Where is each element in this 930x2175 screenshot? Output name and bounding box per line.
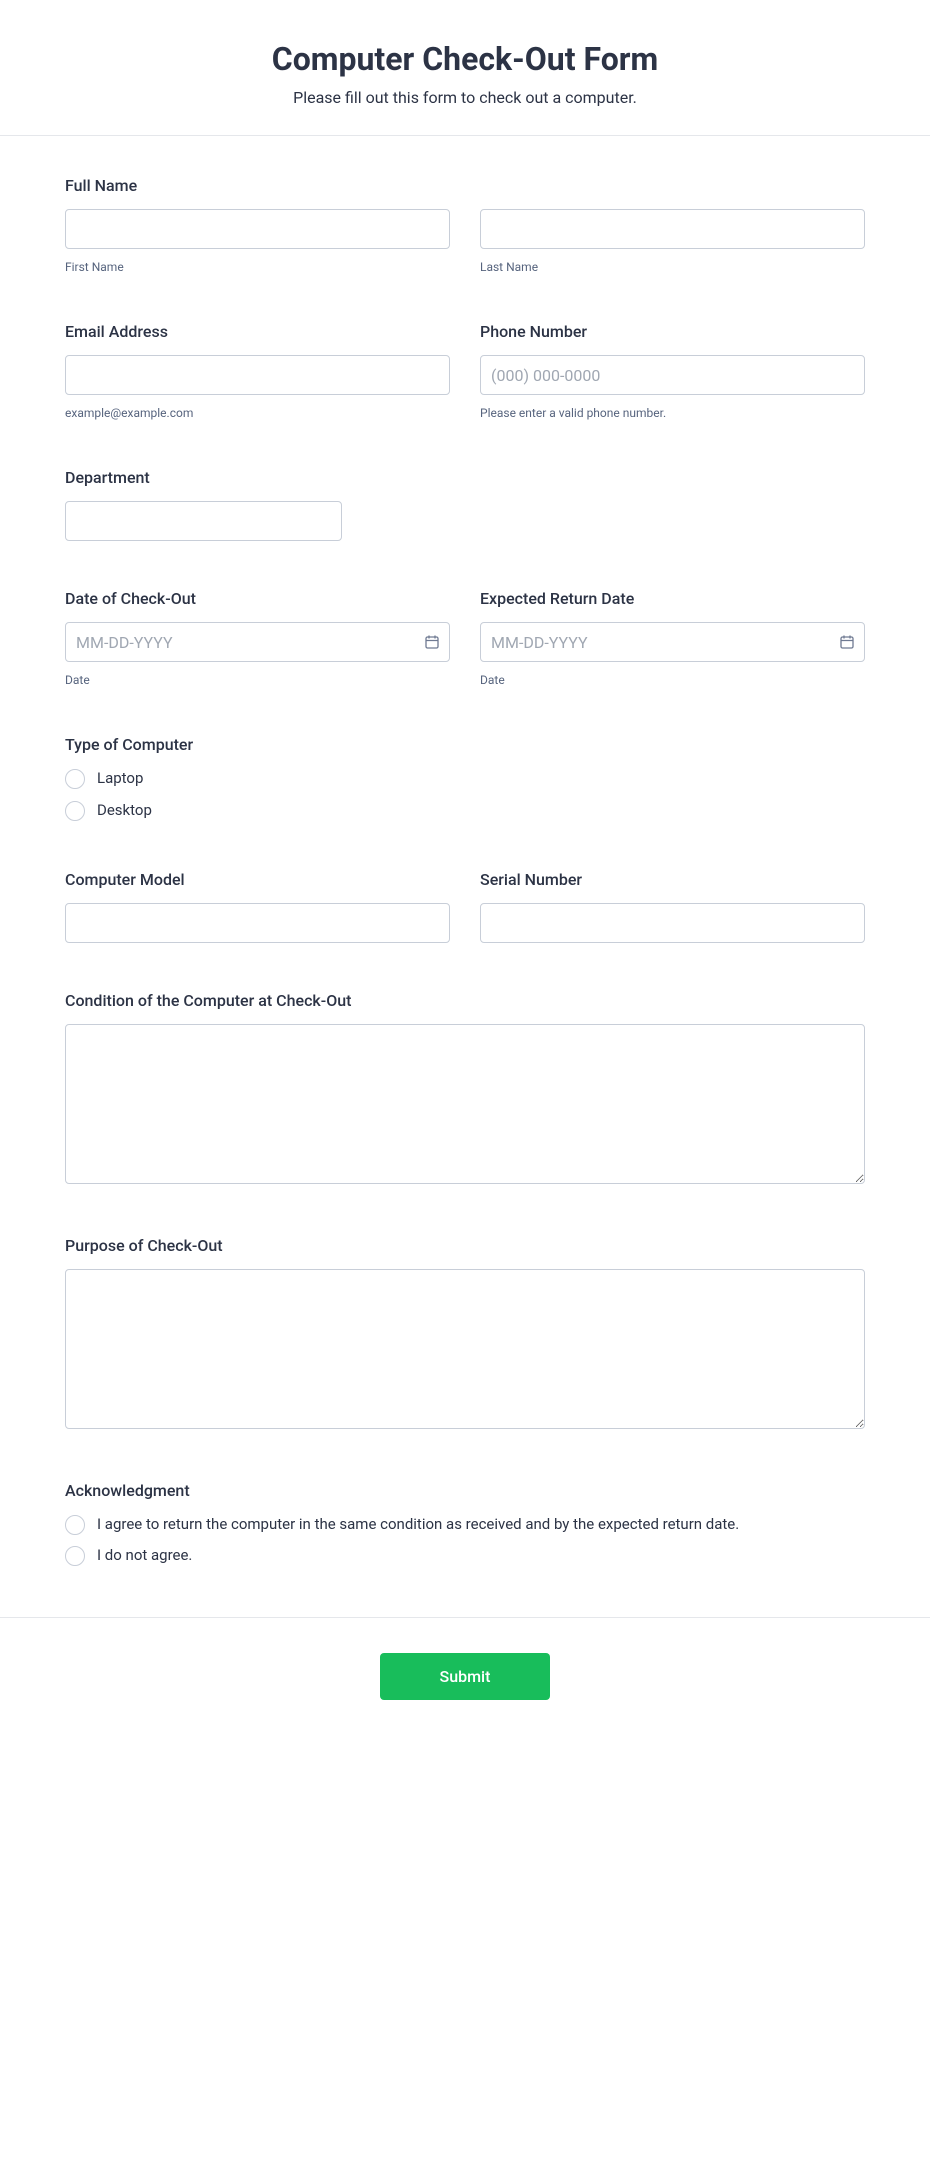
purpose-textarea[interactable] [65,1269,865,1429]
condition-textarea[interactable] [65,1024,865,1184]
radio-circle-icon [65,1515,85,1535]
radio-circle-icon [65,801,85,821]
serial-label: Serial Number [480,870,865,889]
radio-laptop-label: Laptop [97,768,143,790]
department-input[interactable] [65,501,342,541]
form-header: Computer Check-Out Form Please fill out … [0,0,930,136]
radio-disagree-label: I do not agree. [97,1545,192,1567]
purpose-label: Purpose of Check-Out [65,1236,865,1255]
radio-agree[interactable]: I agree to return the computer in the sa… [65,1514,865,1536]
radio-disagree[interactable]: I do not agree. [65,1545,865,1567]
checkout-date-sublabel: Date [65,673,450,687]
model-label: Computer Model [65,870,450,889]
first-name-sublabel: First Name [65,260,450,274]
return-date-label: Expected Return Date [480,589,865,608]
first-name-input[interactable] [65,209,450,249]
computer-type-label: Type of Computer [65,735,865,754]
form-footer: Submit [0,1617,930,1750]
phone-input[interactable] [480,355,865,395]
phone-sublabel: Please enter a valid phone number. [480,406,865,420]
form-subtitle: Please fill out this form to check out a… [20,88,910,107]
form-title: Computer Check-Out Form [20,40,910,78]
last-name-sublabel: Last Name [480,260,865,274]
model-input[interactable] [65,903,450,943]
submit-button[interactable]: Submit [380,1653,551,1700]
return-date-sublabel: Date [480,673,865,687]
radio-desktop-label: Desktop [97,800,152,822]
radio-agree-label: I agree to return the computer in the sa… [97,1514,739,1536]
serial-input[interactable] [480,903,865,943]
radio-desktop[interactable]: Desktop [65,800,865,822]
last-name-input[interactable] [480,209,865,249]
email-label: Email Address [65,322,450,341]
ack-label: Acknowledgment [65,1481,865,1500]
phone-label: Phone Number [480,322,865,341]
email-input[interactable] [65,355,450,395]
email-sublabel: example@example.com [65,406,450,420]
checkout-date-label: Date of Check-Out [65,589,450,608]
condition-label: Condition of the Computer at Check-Out [65,991,865,1010]
radio-circle-icon [65,769,85,789]
radio-circle-icon [65,1546,85,1566]
checkout-date-input[interactable] [65,622,450,662]
return-date-input[interactable] [480,622,865,662]
department-label: Department [65,468,342,487]
radio-laptop[interactable]: Laptop [65,768,865,790]
form-body: Full Name First Name Last Name Email Add… [0,136,930,1617]
full-name-label: Full Name [65,176,865,195]
